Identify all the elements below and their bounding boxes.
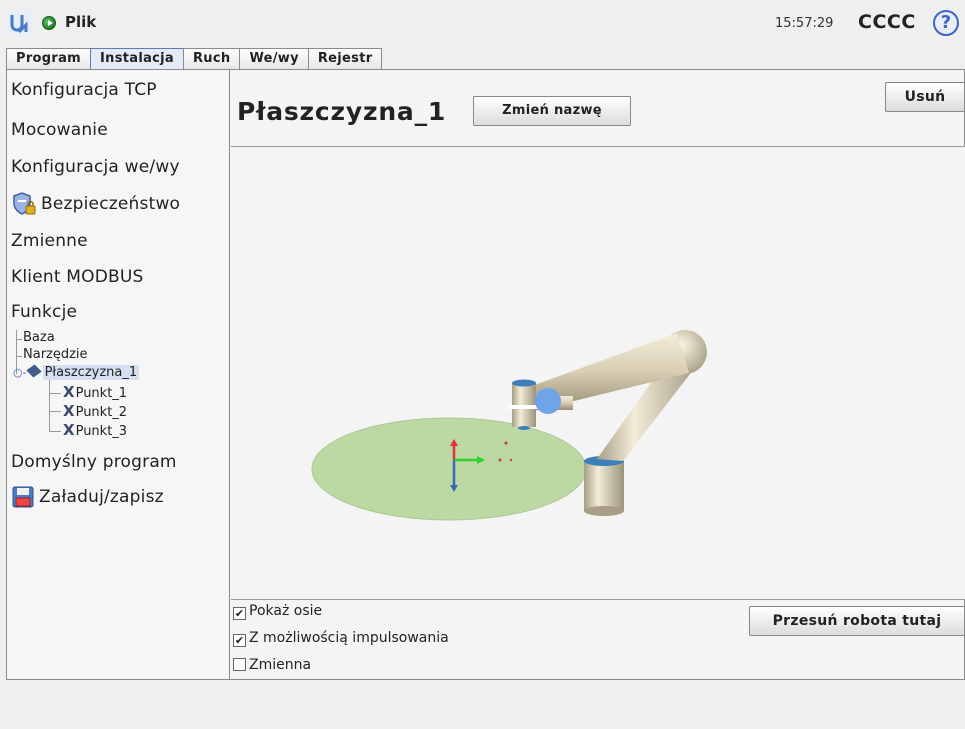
features-tree: Baza Narzędzie ○- Płaszczyzna_1 XPunkt_1 … — [13, 330, 223, 442]
sidebar-item-default-program[interactable]: Domyślny program — [11, 452, 177, 472]
tree-item-plane[interactable]: ○- Płaszczyzna_1 — [13, 364, 140, 380]
point-feature-icon: X — [63, 383, 75, 401]
tab-program[interactable]: Program — [6, 48, 92, 70]
sidebar-item-load-save[interactable]: Załaduj/zapisz — [11, 485, 164, 509]
safety-shield-lock-icon — [13, 192, 36, 215]
tree-item-narzedzie[interactable]: Narzędzie — [15, 347, 88, 362]
sidebar-item-safety[interactable]: Bezpieczeństwo — [11, 192, 180, 216]
jogging-checkbox[interactable]: ✔ Z możliwością impulsowania — [233, 630, 449, 647]
installation-panel: Konfiguracja TCP Mocowanie Konfiguracja … — [6, 70, 965, 680]
check-icon: ✔ — [233, 634, 246, 647]
tab-instalacja[interactable]: Instalacja — [90, 48, 184, 70]
check-icon: ✔ — [233, 607, 246, 620]
sidebar-item-io-setup[interactable]: Konfiguracja we/wy — [11, 157, 180, 177]
sidebar-item-features[interactable]: Funkcje — [11, 302, 77, 322]
tree-item-point-2[interactable]: XPunkt_2 — [63, 402, 127, 420]
tab-ruch[interactable]: Ruch — [183, 48, 241, 70]
help-icon[interactable]: ? — [933, 10, 959, 36]
clock: 15:57:29 — [775, 16, 834, 31]
tab-rejestr[interactable]: Rejestr — [307, 48, 383, 70]
ur-logo-icon — [7, 11, 31, 35]
tree-expand-icon[interactable]: ○- — [13, 366, 27, 379]
tree-item-baza[interactable]: Baza — [15, 330, 55, 345]
show-axes-checkbox[interactable]: ✔ Pokaż osie — [233, 603, 322, 620]
robot-base — [584, 461, 624, 511]
installation-sidebar: Konfiguracja TCP Mocowanie Konfiguracja … — [7, 70, 230, 679]
feature-details: Płaszczyzna_1 Zmień nazwę Usuń ✔ Pokaż o… — [231, 70, 965, 679]
robot-status-icon[interactable] — [42, 16, 56, 30]
top-bar: Plik 15:57:29 CCCC ? — [0, 0, 965, 50]
sidebar-item-modbus[interactable]: Klient MODBUS — [11, 267, 144, 287]
3d-view[interactable] — [231, 146, 965, 600]
bottom-bar — [0, 681, 965, 729]
point-feature-icon: X — [63, 402, 75, 420]
tree-item-point-1[interactable]: XPunkt_1 — [63, 383, 127, 401]
robot-name: CCCC — [858, 11, 916, 33]
rename-button[interactable]: Zmień nazwę — [473, 96, 631, 126]
delete-button[interactable]: Usuń — [885, 82, 965, 112]
page-title: Płaszczyzna_1 — [237, 97, 447, 126]
sidebar-item-load-save-label: Załaduj/zapisz — [39, 487, 164, 507]
plane-disc — [311, 417, 587, 521]
tcp-marker[interactable] — [535, 388, 561, 414]
empty-checkbox-icon — [233, 658, 246, 671]
main-tabs: Program Instalacja Ruch We/wy Rejestr — [6, 48, 383, 70]
sidebar-item-mounting[interactable]: Mocowanie — [11, 120, 108, 140]
tree-item-point-3[interactable]: XPunkt_3 — [63, 421, 127, 439]
tab-we-wy[interactable]: We/wy — [239, 48, 309, 70]
floppy-disk-icon — [12, 486, 34, 508]
sidebar-item-tcp[interactable]: Konfiguracja TCP — [11, 80, 157, 100]
sidebar-item-variables[interactable]: Zmienne — [11, 231, 88, 251]
move-robot-here-button[interactable]: Przesuń robota tutaj — [749, 606, 965, 636]
sidebar-item-safety-label: Bezpieczeństwo — [41, 194, 181, 214]
plane-feature-icon — [25, 364, 42, 378]
point-feature-icon: X — [63, 421, 75, 439]
file-menu[interactable]: Plik — [65, 13, 96, 31]
app-window: Plik 15:57:29 CCCC ? Program Instalacja … — [0, 0, 965, 729]
variable-checkbox[interactable]: Zmienna — [233, 657, 311, 673]
